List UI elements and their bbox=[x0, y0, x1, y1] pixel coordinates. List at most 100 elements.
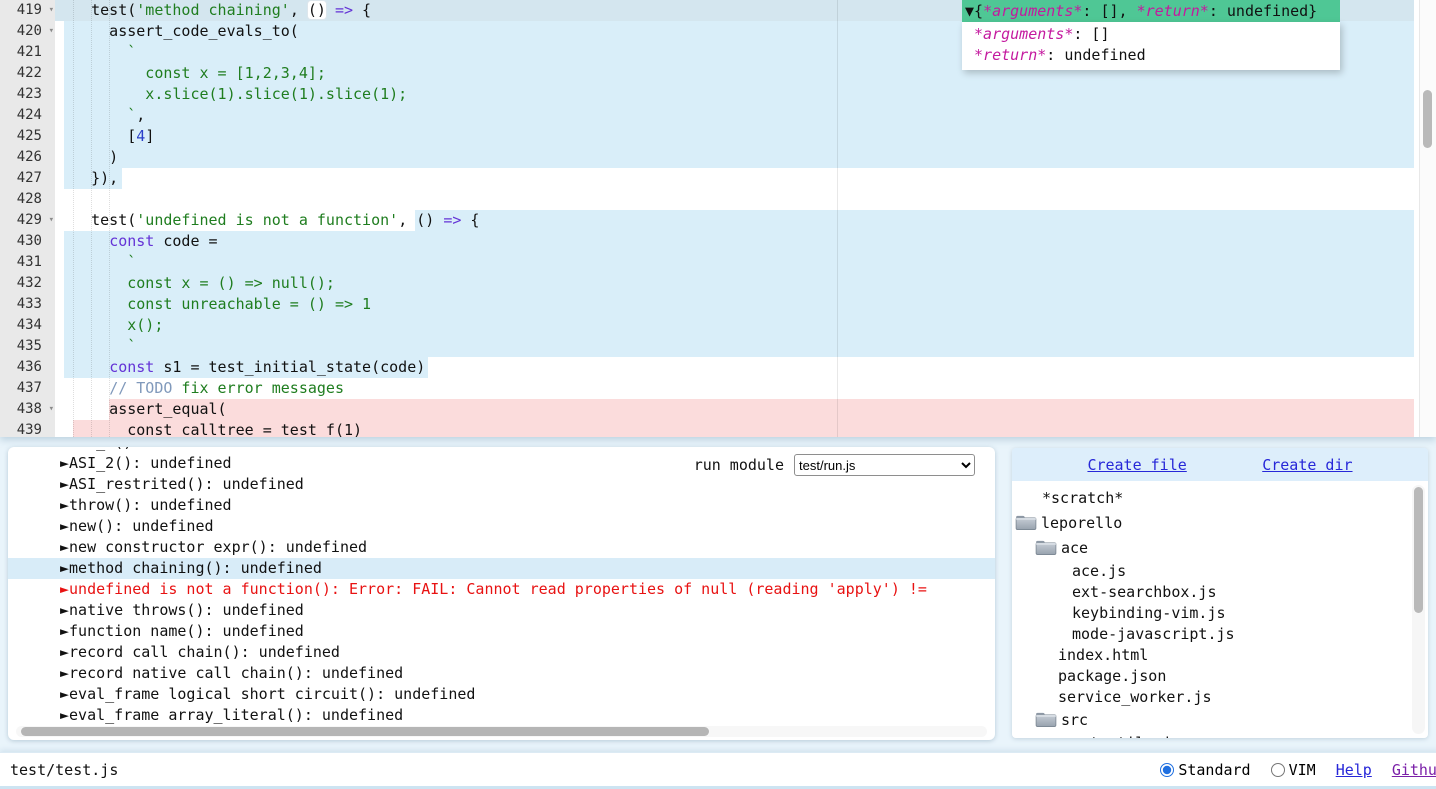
vim-radio[interactable] bbox=[1271, 763, 1285, 777]
eval-result-summary[interactable]: ▼{*arguments*: [], *return*: undefined} bbox=[962, 0, 1340, 22]
editor-vertical-scrollbar[interactable] bbox=[1419, 0, 1436, 437]
tree-item-label: ext-searchbox.js bbox=[1072, 583, 1217, 601]
code-line-427[interactable]: }), bbox=[0, 168, 1414, 189]
fold-marker-icon[interactable]: ▾ bbox=[49, 21, 54, 42]
line-number-gutter[interactable]: 419▾420▾421422423424425426427428429▾4304… bbox=[0, 0, 55, 437]
tree-file-ast-utils-js[interactable]: ast_utils.js bbox=[1012, 732, 1428, 738]
eval-result-details: *arguments*: [] *return*: undefined bbox=[962, 22, 1340, 70]
tree-file--scratch-[interactable]: *scratch* bbox=[1012, 486, 1428, 510]
help-link[interactable]: Help bbox=[1336, 761, 1372, 779]
keybinding-vim-option[interactable]: VIM bbox=[1271, 761, 1316, 779]
code-line-431[interactable]: ` bbox=[0, 252, 1414, 273]
code-line-426[interactable]: ) bbox=[0, 147, 1414, 168]
create-dir-link[interactable]: Create dir bbox=[1262, 456, 1352, 474]
tree-folder-leporello[interactable]: leporello bbox=[1012, 510, 1428, 535]
run-module-select[interactable]: test/run.js bbox=[794, 454, 975, 476]
code-line-429[interactable]: test('undefined is not a function', () =… bbox=[0, 210, 1414, 231]
vim-radio-label[interactable]: VIM bbox=[1289, 761, 1316, 779]
gutter-line-435[interactable]: 435 bbox=[0, 336, 55, 357]
status-bar: test/test.js Standard VIM Help Github bbox=[0, 752, 1436, 789]
gutter-line-426[interactable]: 426 bbox=[0, 147, 55, 168]
code-line-430[interactable]: const code = bbox=[0, 231, 1414, 252]
standard-radio[interactable] bbox=[1160, 763, 1174, 777]
tree-folder-src[interactable]: src bbox=[1012, 707, 1428, 732]
create-file-link[interactable]: Create file bbox=[1087, 456, 1186, 474]
fold-marker-icon[interactable]: ▾ bbox=[49, 0, 54, 21]
gutter-line-439[interactable]: 439 bbox=[0, 420, 55, 437]
code-line-439[interactable]: const calltree = test_f(1) bbox=[0, 420, 1414, 437]
tree-item-label: leporello bbox=[1041, 514, 1122, 532]
current-file-path: test/test.js bbox=[10, 761, 118, 779]
eval-result-row[interactable]: *arguments*: [] bbox=[965, 24, 1337, 45]
fold-marker-icon[interactable]: ▾ bbox=[49, 399, 54, 420]
eval-result-tooltip[interactable]: ▼{*arguments*: [], *return*: undefined} … bbox=[962, 0, 1340, 70]
tree-file-index-html[interactable]: index.html bbox=[1012, 644, 1428, 665]
scrollbar-thumb[interactable] bbox=[1423, 90, 1432, 148]
test-panel-horizontal-scrollbar[interactable] bbox=[16, 726, 987, 737]
code-line-425[interactable]: [4] bbox=[0, 126, 1414, 147]
gutter-line-432[interactable]: 432 bbox=[0, 273, 55, 294]
github-link[interactable]: Github bbox=[1392, 761, 1436, 779]
file-tree: *scratch* leporello aceace.js ext-searchbox… bbox=[1012, 481, 1428, 738]
tree-item-label: service_worker.js bbox=[1058, 688, 1212, 706]
run-module-control: run module test/run.js bbox=[694, 454, 975, 476]
tree-file-ext-searchbox-js[interactable]: ext-searchbox.js bbox=[1012, 581, 1428, 602]
code-line-424[interactable]: `, bbox=[0, 105, 1414, 126]
code-line-433[interactable]: const unreachable = () => 1 bbox=[0, 294, 1414, 315]
keybinding-standard-option[interactable]: Standard bbox=[1160, 761, 1250, 779]
gutter-line-420[interactable]: 420▾ bbox=[0, 21, 55, 42]
tree-item-label: src bbox=[1061, 711, 1088, 729]
gutter-line-423[interactable]: 423 bbox=[0, 84, 55, 105]
gutter-line-429[interactable]: 429▾ bbox=[0, 210, 55, 231]
file-tree-scrollbar[interactable] bbox=[1412, 485, 1425, 734]
tree-item-label: keybinding-vim.js bbox=[1072, 604, 1226, 622]
test-result-item[interactable]: ►new(): undefined bbox=[8, 516, 995, 537]
standard-radio-label[interactable]: Standard bbox=[1178, 761, 1250, 779]
gutter-line-428[interactable]: 428 bbox=[0, 189, 55, 210]
gutter-line-422[interactable]: 422 bbox=[0, 63, 55, 84]
tree-file-service-worker-js[interactable]: service_worker.js bbox=[1012, 686, 1428, 707]
tree-file-mode-javascript-js[interactable]: mode-javascript.js bbox=[1012, 623, 1428, 644]
gutter-line-434[interactable]: 434 bbox=[0, 315, 55, 336]
test-result-item[interactable]: ►native throws(): undefined bbox=[8, 600, 995, 621]
gutter-line-433[interactable]: 433 bbox=[0, 294, 55, 315]
code-editor[interactable]: test('method chaining', () => { assert_c… bbox=[0, 0, 1436, 437]
gutter-line-427[interactable]: 427 bbox=[0, 168, 55, 189]
gutter-line-431[interactable]: 431 bbox=[0, 252, 55, 273]
test-result-item[interactable]: ►ASI_restrited(): undefined bbox=[8, 474, 995, 495]
test-result-item[interactable]: ►eval_frame array_literal(): undefined bbox=[8, 705, 995, 726]
gutter-line-424[interactable]: 424 bbox=[0, 105, 55, 126]
scrollbar-thumb[interactable] bbox=[1414, 487, 1423, 613]
tree-file-ace-js[interactable]: ace.js bbox=[1012, 560, 1428, 581]
status-bar-right: Standard VIM Help Github bbox=[1160, 761, 1436, 779]
test-result-item[interactable]: ►undefined is not a function(): Error: F… bbox=[8, 579, 995, 600]
code-line-436[interactable]: const s1 = test_initial_state(code) bbox=[0, 357, 1414, 378]
gutter-line-437[interactable]: 437 bbox=[0, 378, 55, 399]
fold-marker-icon[interactable]: ▾ bbox=[49, 210, 54, 231]
code-line-432[interactable]: const x = () => null(); bbox=[0, 273, 1414, 294]
code-line-438[interactable]: assert_equal( bbox=[0, 399, 1414, 420]
gutter-line-421[interactable]: 421 bbox=[0, 42, 55, 63]
code-line-437[interactable]: // TODO fix error messages bbox=[0, 378, 1414, 399]
code-line-428[interactable] bbox=[0, 189, 1414, 210]
code-line-435[interactable]: ` bbox=[0, 336, 1414, 357]
tree-file-keybinding-vim-js[interactable]: keybinding-vim.js bbox=[1012, 602, 1428, 623]
test-result-item[interactable]: ►new constructor expr(): undefined bbox=[8, 537, 995, 558]
test-result-item[interactable]: ►record native call chain(): undefined bbox=[8, 663, 995, 684]
code-line-423[interactable]: x.slice(1).slice(1).slice(1); bbox=[0, 84, 1414, 105]
gutter-line-425[interactable]: 425 bbox=[0, 126, 55, 147]
tree-folder-ace[interactable]: ace bbox=[1012, 535, 1428, 560]
test-result-item[interactable]: ►throw(): undefined bbox=[8, 495, 995, 516]
tree-file-package-json[interactable]: package.json bbox=[1012, 665, 1428, 686]
test-result-item[interactable]: ►method chaining(): undefined bbox=[8, 558, 995, 579]
code-line-434[interactable]: x(); bbox=[0, 315, 1414, 336]
test-result-item[interactable]: ►record call chain(): undefined bbox=[8, 642, 995, 663]
test-result-item[interactable]: ►function name(): undefined bbox=[8, 621, 995, 642]
gutter-line-430[interactable]: 430 bbox=[0, 231, 55, 252]
gutter-line-436[interactable]: 436 bbox=[0, 357, 55, 378]
gutter-line-438[interactable]: 438▾ bbox=[0, 399, 55, 420]
gutter-line-419[interactable]: 419▾ bbox=[0, 0, 55, 21]
eval-result-row[interactable]: *return*: undefined bbox=[965, 45, 1337, 66]
test-result-item[interactable]: ►eval_frame logical short circuit(): und… bbox=[8, 684, 995, 705]
scrollbar-thumb[interactable] bbox=[21, 727, 709, 736]
